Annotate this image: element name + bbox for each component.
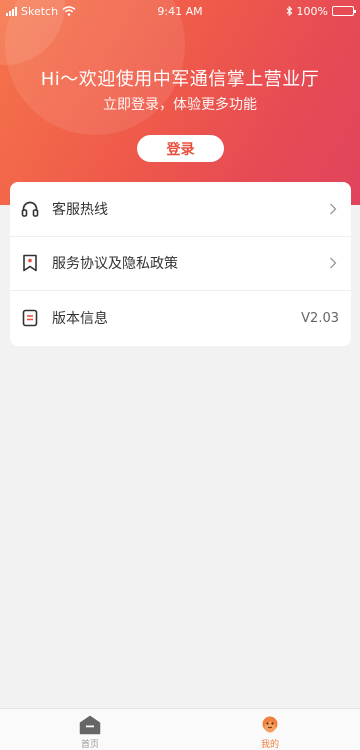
header-banner: Sketch 9:41 AM 100% Hi～欢迎使用中军通信掌上营业厅 立即登… [0, 0, 360, 205]
chevron-right-icon [327, 203, 339, 215]
bottom-tab-bar: 首页 我的 [0, 708, 360, 750]
document-icon [20, 308, 40, 328]
headset-icon [20, 199, 40, 219]
tab-home-label: 首页 [80, 740, 99, 750]
bookmark-icon [20, 253, 40, 273]
menu-item-label: 服务协议及隐私政策 [52, 256, 178, 273]
tab-profile[interactable]: 我的 [180, 709, 360, 750]
carrier-label: Sketch [21, 4, 59, 18]
login-prompt: 立即登录，体验更多功能 [103, 97, 257, 113]
battery-percent: 100% [296, 4, 328, 18]
menu-item-label: 版本信息 [52, 311, 108, 328]
chevron-right-icon [327, 257, 339, 269]
wifi-icon [62, 6, 76, 16]
menu-item-privacy[interactable]: 服务协议及隐私政策 [10, 237, 351, 291]
home-icon [79, 715, 101, 735]
tab-profile-label: 我的 [260, 740, 279, 750]
bluetooth-icon [286, 6, 292, 16]
status-right: 100% [286, 4, 356, 18]
tab-home[interactable]: 首页 [0, 709, 180, 750]
menu-item-hotline[interactable]: 客服热线 [10, 182, 351, 237]
profile-icon [262, 716, 278, 733]
menu-card: 客服热线 服务协议及隐私政策 版本信息 V2.03 [10, 182, 351, 346]
status-bar: Sketch 9:41 AM 100% [0, 0, 360, 22]
battery-icon [332, 6, 356, 16]
version-number: V2.03 [301, 310, 339, 326]
status-left: Sketch [6, 5, 76, 18]
signal-icon [6, 6, 17, 16]
welcome-title: Hi～欢迎使用中军通信掌上营业厅 [40, 69, 320, 90]
login-button[interactable]: 登录 [137, 135, 224, 162]
menu-item-label: 客服热线 [52, 201, 108, 218]
menu-item-version[interactable]: 版本信息 V2.03 [10, 291, 351, 346]
